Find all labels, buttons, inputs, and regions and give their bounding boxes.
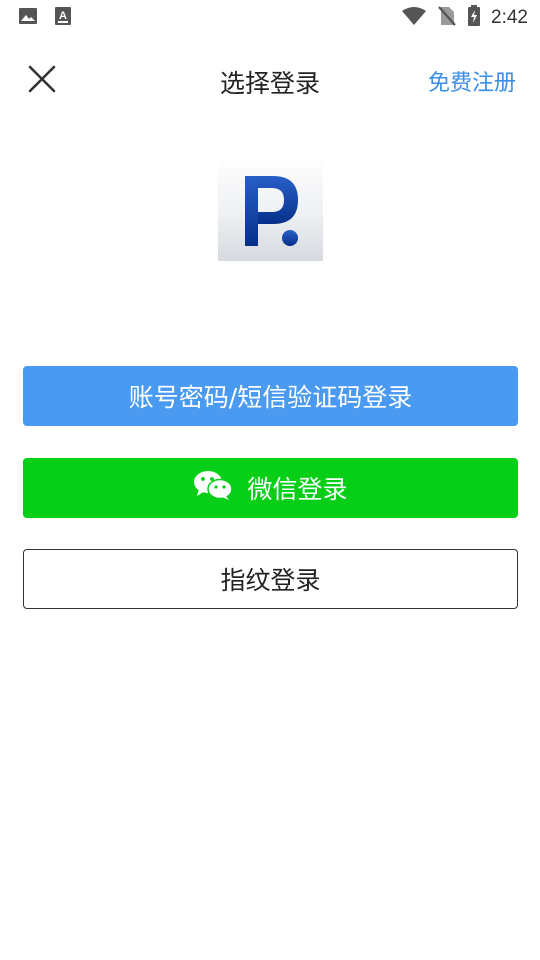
nav-bar: 选择登录 免费注册 — [0, 44, 540, 114]
status-right: 2:42 — [401, 5, 528, 31]
p-logo-icon — [245, 176, 298, 246]
wechat-login-label: 微信登录 — [247, 475, 348, 504]
fingerprint-login-button[interactable]: 指纹登录 — [23, 549, 518, 609]
wechat-icon — [193, 469, 234, 507]
no-sim-icon — [437, 5, 457, 31]
wechat-login-button[interactable]: 微信登录 — [23, 458, 518, 518]
status-time: 2:42 — [491, 7, 528, 28]
wifi-icon — [401, 6, 427, 30]
image-icon — [18, 6, 38, 30]
keyboard-a-icon: A — [54, 6, 72, 30]
status-left: A — [18, 6, 72, 30]
fingerprint-login-label: 指纹登录 — [220, 566, 321, 595]
status-bar: A 2:42 — [0, 0, 540, 36]
app-logo — [218, 156, 323, 261]
account-password-login-label: 账号密码/短信验证码登录 — [128, 383, 413, 412]
account-password-login-button[interactable]: 账号密码/短信验证码登录 — [23, 366, 518, 426]
battery-charging-icon — [467, 5, 481, 31]
svg-text:A: A — [59, 10, 67, 22]
free-register-link[interactable]: 免费注册 — [428, 65, 516, 97]
